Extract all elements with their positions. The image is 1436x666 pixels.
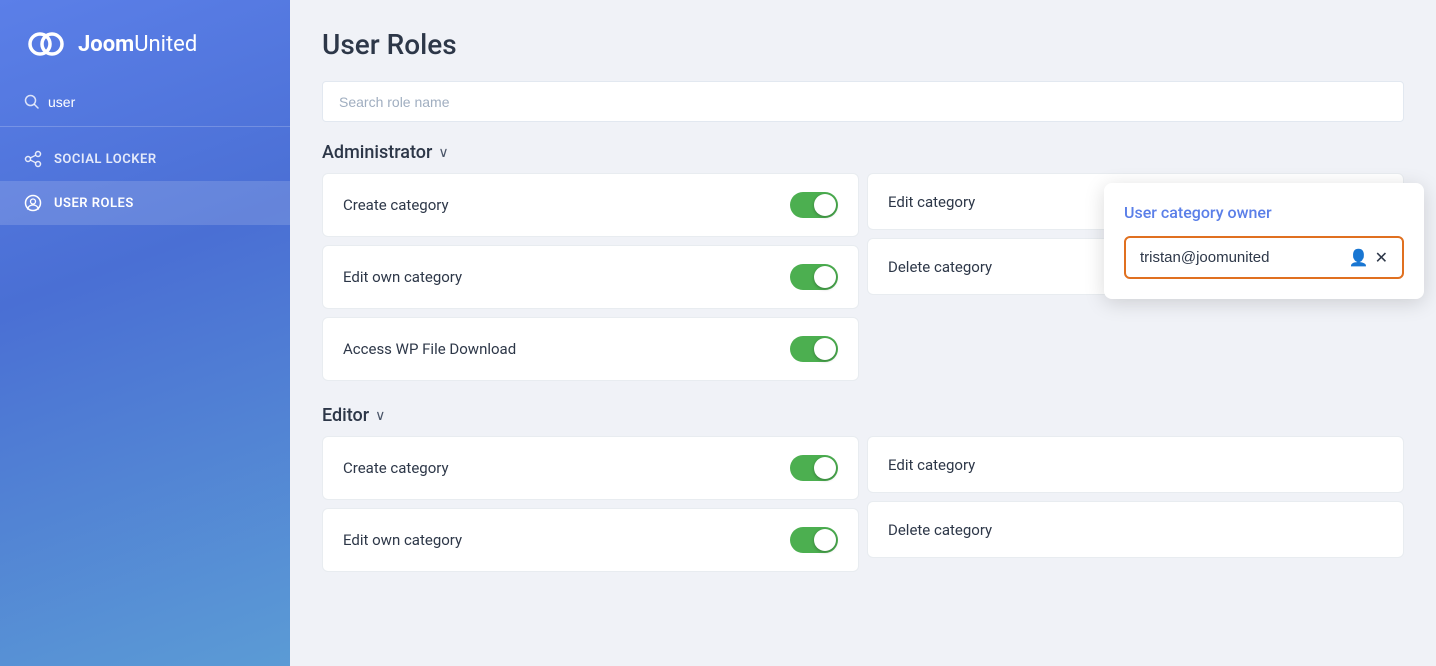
- toggle-create-category-editor[interactable]: [790, 455, 838, 481]
- administrator-permissions-grid: Create category Edit own category: [322, 173, 1404, 381]
- administrator-section: Administrator ∨ Create category Edit own: [322, 142, 1404, 381]
- sidebar-item-user-roles[interactable]: USER ROLES: [0, 181, 290, 225]
- toggle-access-wp-admin[interactable]: [790, 336, 838, 362]
- toggle-edit-own-category-editor[interactable]: [790, 527, 838, 553]
- editor-right-col: Edit category Delete category: [867, 436, 1404, 572]
- role-search-bar[interactable]: [322, 81, 1404, 122]
- logo: JoomUnited: [0, 0, 290, 86]
- permission-label: Delete category: [888, 521, 992, 539]
- role-search-input[interactable]: [339, 94, 1387, 110]
- permission-label: Access WP File Download: [343, 340, 516, 358]
- popup-input-wrapper[interactable]: 👤 ✕: [1124, 236, 1404, 279]
- chevron-down-icon: ∨: [438, 145, 448, 161]
- sidebar-search-input[interactable]: [48, 94, 266, 110]
- permission-edit-own-category-admin: Edit own category: [322, 245, 859, 309]
- admin-left-col: Create category Edit own category: [322, 173, 859, 381]
- administrator-label: Administrator: [322, 142, 432, 163]
- share-icon: [24, 150, 42, 168]
- logo-text: JoomUnited: [78, 32, 197, 57]
- permission-label: Edit own category: [343, 531, 462, 549]
- editor-header[interactable]: Editor ∨: [322, 405, 1404, 426]
- popup-title: User category owner: [1124, 203, 1404, 222]
- toggle-edit-own-category-admin[interactable]: [790, 264, 838, 290]
- permission-label: Edit category: [888, 456, 975, 474]
- toggle-create-category-admin[interactable]: [790, 192, 838, 218]
- sidebar-item-social-locker-label: SOCIAL LOCKER: [54, 152, 157, 167]
- permission-edit-own-category-editor: Edit own category: [322, 508, 859, 572]
- popup-icons: 👤 ✕: [1349, 248, 1388, 267]
- sidebar-navigation: SOCIAL LOCKER USER ROLES: [0, 137, 290, 225]
- close-icon[interactable]: ✕: [1375, 248, 1388, 267]
- chevron-down-icon: ∨: [375, 408, 385, 424]
- admin-right-col: Edit category Delete category User categ…: [867, 173, 1404, 381]
- editor-permissions-grid: Create category Edit own category: [322, 436, 1404, 572]
- sidebar-item-social-locker[interactable]: SOCIAL LOCKER: [0, 137, 290, 181]
- user-category-owner-popup: User category owner 👤 ✕: [1104, 183, 1424, 299]
- logo-icon: [24, 22, 68, 66]
- permission-create-category-admin: Create category: [322, 173, 859, 237]
- main-content: User Roles Administrator ∨ Create catego…: [290, 0, 1436, 666]
- permission-delete-category-editor: Delete category: [867, 501, 1404, 558]
- permission-edit-category-editor: Edit category: [867, 436, 1404, 493]
- sidebar-search-area[interactable]: [0, 86, 290, 127]
- editor-section: Editor ∨ Create category Edit own catego…: [322, 405, 1404, 572]
- user-icon: 👤: [1349, 248, 1369, 267]
- administrator-header[interactable]: Administrator ∨: [322, 142, 1404, 163]
- editor-label: Editor: [322, 405, 369, 426]
- permission-label: Create category: [343, 459, 449, 477]
- permission-access-wp-admin: Access WP File Download: [322, 317, 859, 381]
- permission-label: Delete category: [888, 258, 992, 276]
- user-owner-input[interactable]: [1140, 249, 1341, 266]
- page-title: User Roles: [322, 28, 1404, 61]
- editor-left-col: Create category Edit own category: [322, 436, 859, 572]
- sidebar-item-user-roles-label: USER ROLES: [54, 196, 134, 211]
- permission-create-category-editor: Create category: [322, 436, 859, 500]
- search-icon: [24, 94, 40, 110]
- permission-label: Create category: [343, 196, 449, 214]
- sidebar: JoomUnited SOCIAL LOCKER: [0, 0, 290, 666]
- user-circle-icon: [24, 194, 42, 212]
- permission-label: Edit category: [888, 193, 975, 211]
- permission-label: Edit own category: [343, 268, 462, 286]
